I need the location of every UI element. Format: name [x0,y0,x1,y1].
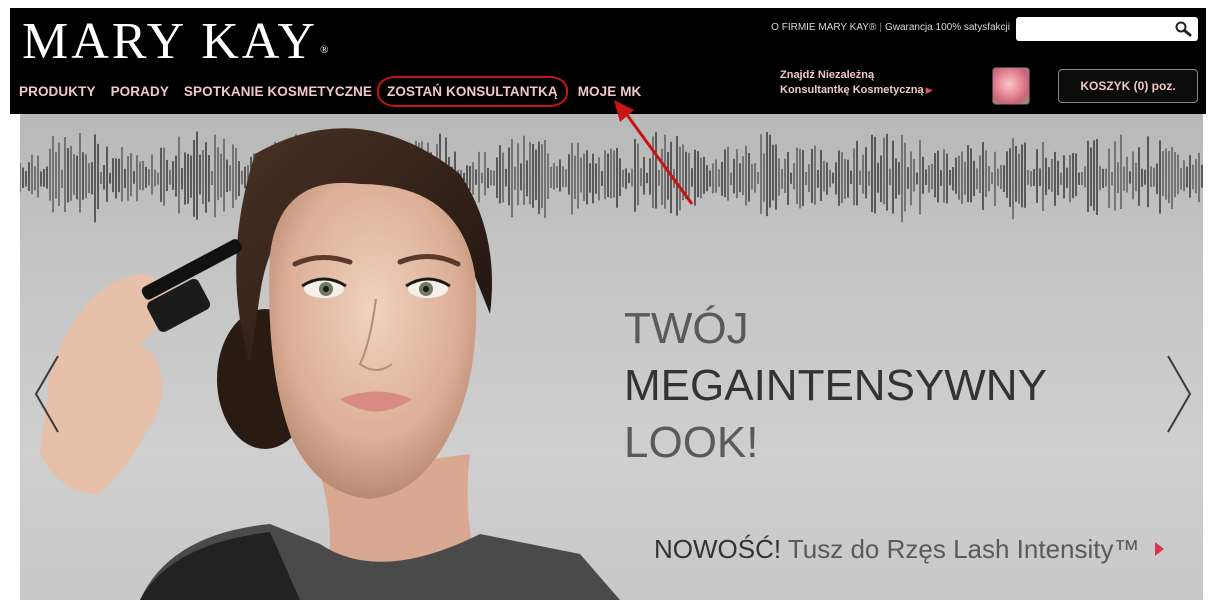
model-portrait-image [40,128,620,600]
headline-line1: TWÓJ [624,304,749,353]
top-links-separator: | [879,22,882,33]
cart-button[interactable]: KOSZYK (0) poz. [1058,69,1198,103]
logo-registered-mark: ® [320,44,329,56]
cart-count: (0) poz. [1133,79,1176,93]
mary-kay-logo[interactable]: MARY KAY ® [22,14,328,70]
chevron-left-icon[interactable] [32,354,62,434]
hero-headline: TWÓJ MEGAINTENSYWNY LOOK! [624,300,1047,471]
chevron-right-icon[interactable] [1164,354,1194,434]
logo-text: MARY KAY [22,13,319,70]
nav-item-moje-mk[interactable]: MOJE MK [578,84,642,99]
triangle-right-icon: ▶ [925,85,933,95]
headline-line2: MEGAINTENSYWNY [624,361,1047,410]
nav-item-zostan-konsultantka[interactable]: ZOSTAŃ KONSULTANTKĄ [377,76,568,107]
site-header: MARY KAY ® O FIRMIE MARY KAY® | Gwarancja 1… [10,8,1206,114]
find-consultant-line1: Znajdź Niezależną [780,69,875,81]
find-consultant-line2: Konsultantkę Kosmetyczną [780,84,924,96]
search-input[interactable] [1016,17,1198,41]
promo-link[interactable]: NOWOŚĆ! Tusz do Rzęs Lash Intensity™ [654,534,1164,565]
play-icon [1154,542,1164,556]
main-nav: PRODUKTY PORADY SPOTKANIE KOSMETYCZNE ZO… [19,76,656,107]
rose-thumbnail-image[interactable] [992,67,1030,105]
headline-line3: LOOK! [624,418,759,467]
promo-text: Tusz do Rzęs Lash Intensity™ [787,534,1140,564]
hero-banner[interactable]: TWÓJ MEGAINTENSYWNY LOOK! NOWOŚĆ! Tusz d… [20,114,1203,600]
top-links: O FIRMIE MARY KAY® | Gwarancja 100% satysf… [771,22,1010,33]
nav-item-spotkanie-kosmetyczne[interactable]: SPOTKANIE KOSMETYCZNE [184,84,372,99]
guarantee-link[interactable]: Gwarancja 100% satysfakcji [885,22,1010,33]
nav-item-porady[interactable]: PORADY [111,84,169,99]
promo-new-label: NOWOŚĆ! [654,534,782,564]
cart-label: KOSZYK [1080,79,1131,93]
find-consultant-link[interactable]: Znajdź Niezależną Konsultantkę Kosmetycz… [780,68,933,98]
search-icon[interactable] [1174,20,1192,38]
about-link[interactable]: O FIRMIE MARY KAY® [771,22,876,33]
nav-item-produkty[interactable]: PRODUKTY [19,84,96,99]
